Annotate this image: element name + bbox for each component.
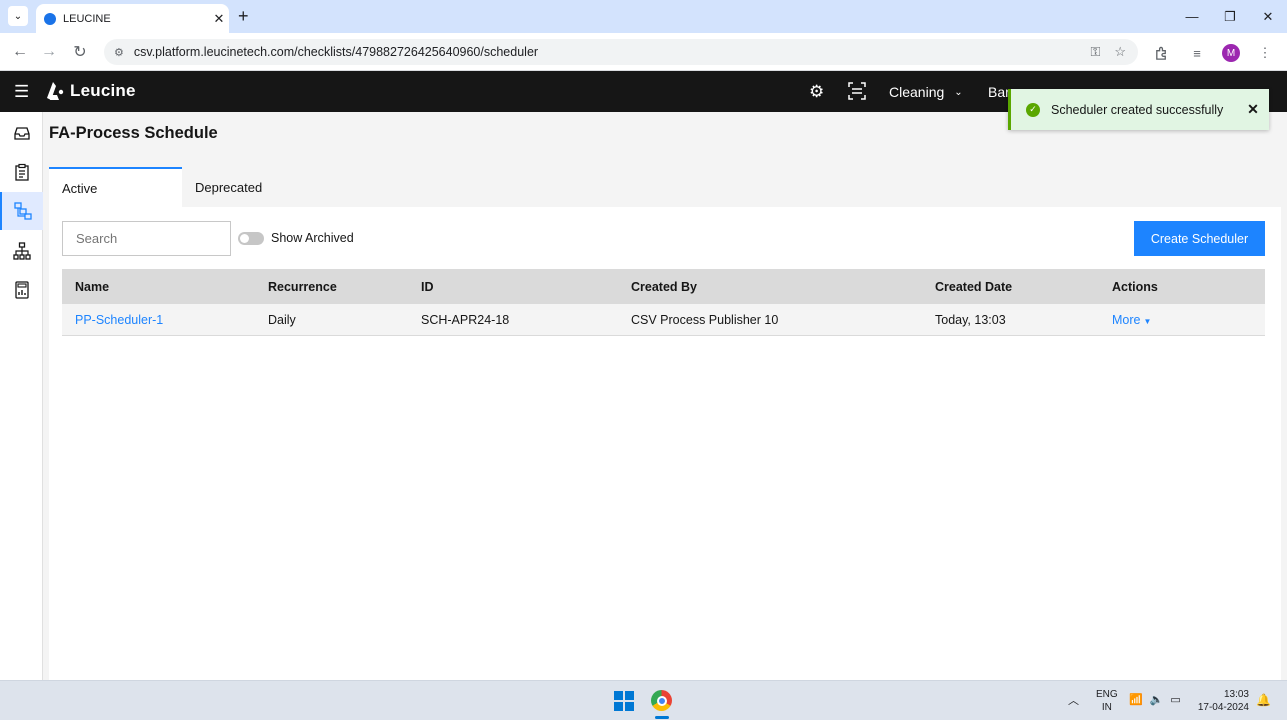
leucine-logo[interactable]: Leucine [46,81,136,101]
url-text[interactable]: csv.platform.leucinetech.com/checklists/… [134,45,1091,59]
facility-dropdown[interactable]: Cleaning ⌄ [889,84,963,100]
success-toast: ✓ Scheduler created successfully ✕ [1008,89,1269,130]
system-clock[interactable]: 13:03 17-04-2024 [1195,688,1249,714]
site-settings-icon[interactable]: ⚙ [114,46,124,59]
bookmark-star-icon[interactable]: ☆ [1114,44,1126,60]
omnibox[interactable]: ⚙ csv.platform.leucinetech.com/checklist… [104,39,1138,65]
caret-down-icon: ▼ [1143,316,1152,326]
back-arrow-icon[interactable]: ← [9,41,31,63]
scan-icon[interactable] [848,82,866,100]
process-flow-icon [13,202,32,220]
sidebar-item-checklists[interactable] [0,153,43,191]
logo-text: Leucine [70,81,136,100]
hierarchy-icon [12,242,31,260]
sidebar-item-processes[interactable] [0,192,43,230]
facility-label: Cleaning [889,84,945,100]
extensions-icon[interactable] [1150,42,1172,64]
tray-chevron-up-icon[interactable]: ︿ [1068,692,1079,708]
clock-date: 17-04-2024 [1197,702,1249,713]
hamburger-menu-icon[interactable]: ☰ [14,82,29,102]
profile-avatar[interactable]: M [1222,44,1240,62]
favicon-icon [44,12,56,25]
column-header-recurrence: Recurrence [268,279,337,294]
column-header-id: ID [421,279,434,294]
tab-title: LEUCINE [63,12,111,25]
page-title: FA-Process Schedule [49,124,218,142]
scheduler-panel: Show Archived Create Scheduler Name Recu… [49,207,1281,680]
language-code: ENG [1096,689,1118,700]
more-actions-label: More [1112,312,1141,327]
sidebar-item-reports[interactable] [0,271,43,309]
left-sidebar [0,112,43,680]
id-cell: SCH-APR24-18 [421,312,510,327]
chevron-down-icon: ⌄ [954,86,963,98]
table-row: PP-Scheduler-1 Daily SCH-APR24-18 CSV Pr… [62,304,1265,336]
forward-arrow-icon[interactable]: → [38,41,60,63]
inbox-icon [13,127,30,140]
settings-gear-icon[interactable]: ⚙ [809,82,824,102]
more-actions-dropdown[interactable]: More ▼ [1112,313,1265,327]
active-app-indicator [655,716,669,719]
minimize-button[interactable]: — [1173,0,1211,33]
browser-tab[interactable]: LEUCINE ✕ [36,4,229,33]
tab-active[interactable]: Active [49,167,182,207]
browser-menu-icon[interactable]: ⋮ [1254,42,1276,64]
restore-button[interactable]: ❐ [1211,0,1249,33]
clipboard-icon [14,163,29,181]
close-window-button[interactable]: ✕ [1249,0,1287,33]
password-key-icon[interactable]: ⚿ [1090,44,1100,60]
windows-start-icon[interactable] [614,691,634,711]
new-tab-button[interactable]: + [238,6,249,27]
window-controls: — ❐ ✕ [1173,0,1287,33]
tab-search-chevron-icon[interactable]: ⌄ [8,6,28,26]
wifi-icon[interactable]: 📶 [1129,693,1143,706]
os-taskbar: ︿ ENG IN 📶 🔈 ▭ 13:03 17-04-2024 🔔 [0,680,1287,720]
column-header-created-by: Created By [631,279,697,294]
recurrence-cell: Daily [268,312,296,327]
table-header: Name Recurrence ID Created By Created Da… [62,269,1265,304]
notification-bell-icon[interactable]: 🔔 [1256,693,1271,707]
column-header-actions: Actions [1112,279,1158,294]
tab-close-icon[interactable]: ✕ [209,11,229,27]
main-content: FA-Process Schedule Active Deprecated Sh… [43,112,1287,680]
check-circle-icon: ✓ [1026,102,1040,117]
toast-close-icon[interactable]: ✕ [1237,101,1269,118]
toggle-knob [240,233,249,243]
created-date-cell: Today, 13:03 [935,312,1006,327]
show-archived-toggle[interactable]: Show Archived [238,231,354,245]
column-header-name: Name [75,279,110,294]
browser-tab-bar: ⌄ LEUCINE ✕ + — ❐ ✕ [0,0,1287,33]
search-input[interactable] [62,221,231,256]
battery-icon[interactable]: ▭ [1170,693,1180,706]
report-icon [14,281,29,299]
clock-time: 13:03 [1223,689,1249,700]
sidebar-item-ontology[interactable] [0,232,43,270]
toast-message: Scheduler created successfully [1051,102,1224,117]
chrome-taskbar-icon[interactable] [651,690,672,711]
create-scheduler-button[interactable]: Create Scheduler [1134,221,1265,256]
show-archived-label: Show Archived [271,231,354,245]
tab-deprecated[interactable]: Deprecated [182,167,315,207]
volume-icon[interactable]: 🔈 [1150,693,1164,706]
leucine-logo-icon [46,81,64,101]
reload-icon[interactable]: ↻ [69,41,91,63]
toggle-switch[interactable] [238,231,264,245]
sidebar-item-inbox[interactable] [0,114,43,152]
media-queue-icon[interactable]: ≡ [1186,42,1208,64]
created-by-cell: CSV Process Publisher 10 [631,312,779,327]
page-tabs: Active Deprecated [49,167,315,207]
column-header-created-date: Created Date [935,279,1013,294]
language-indicator[interactable]: ENG IN [1096,688,1118,714]
address-bar: ← → ↻ ⚙ csv.platform.leucinetech.com/che… [0,33,1287,71]
scheduler-name-link[interactable]: PP-Scheduler-1 [62,313,268,327]
language-region: IN [1101,702,1112,713]
scheduler-table: Name Recurrence ID Created By Created Da… [62,269,1265,336]
